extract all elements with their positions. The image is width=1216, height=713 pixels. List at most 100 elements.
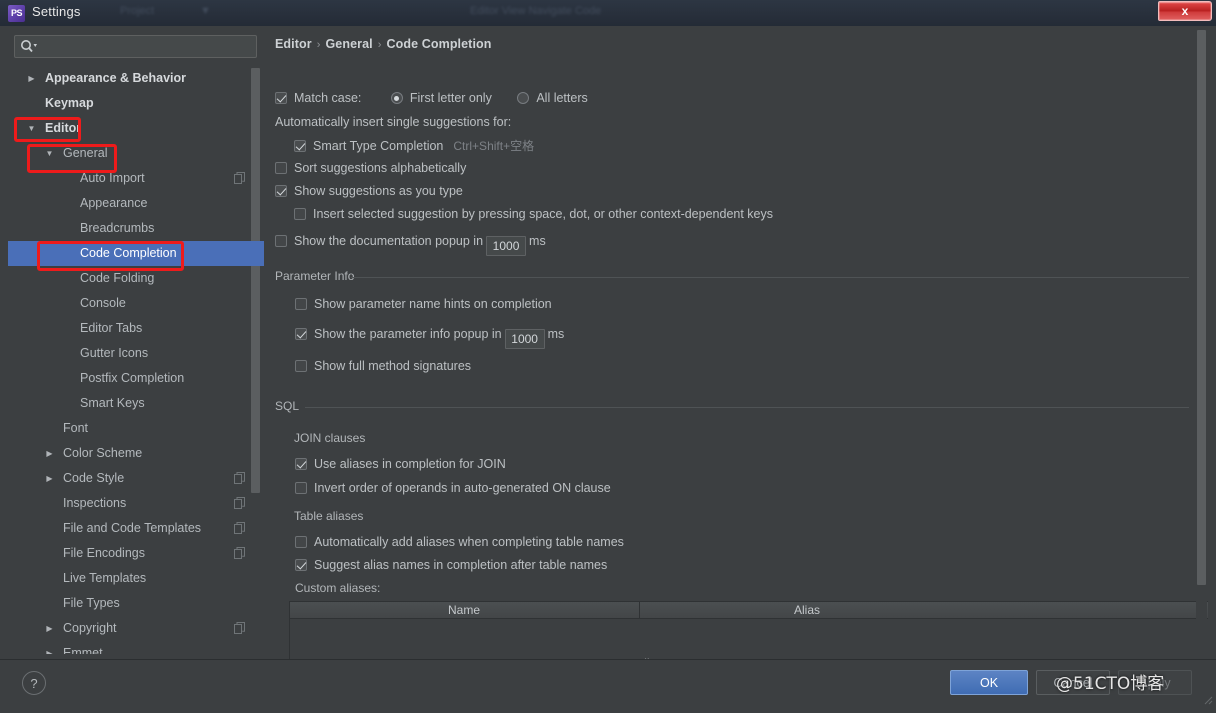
first-letter-only-radio[interactable] <box>390 92 403 104</box>
invert-order-row: Invert order of operands in auto-generat… <box>295 481 611 495</box>
join-clauses-label: JOIN clauses <box>294 431 366 445</box>
sidebar-item-code-style[interactable]: ▶ Code Style <box>8 466 264 491</box>
sidebar-item-console[interactable]: Console <box>8 291 264 316</box>
sidebar-item-label: Gutter Icons <box>80 346 149 360</box>
chevron-right-icon[interactable]: ▶ <box>44 441 55 466</box>
match-case-label: Match case: <box>294 91 362 105</box>
parameter-info-divider <box>351 277 1189 278</box>
use-aliases-join-checkbox[interactable] <box>295 458 307 470</box>
sidebar-item-emmet[interactable]: ▶ Emmet <box>8 641 264 654</box>
param-info-popup-checkbox[interactable] <box>295 328 307 340</box>
match-case-checkbox[interactable] <box>275 92 287 104</box>
breadcrumb-part-editor[interactable]: Editor <box>275 37 312 51</box>
copy-settings-icon[interactable] <box>234 622 245 634</box>
help-icon[interactable]: ? <box>22 671 46 695</box>
sidebar-item-label: Auto Import <box>80 171 145 185</box>
sidebar-item-appearance-behavior[interactable]: ▶ Appearance & Behavior <box>8 66 264 91</box>
sidebar-item-breadcrumbs[interactable]: Breadcrumbs <box>8 216 264 241</box>
column-header-alias[interactable]: Alias <box>639 602 974 619</box>
sql-divider <box>305 407 1189 408</box>
param-info-popup-delay-input[interactable]: 1000 <box>504 329 545 349</box>
full-method-sigs-checkbox[interactable] <box>295 360 307 372</box>
sql-group-header: SQL <box>275 399 1199 415</box>
chevron-right-icon[interactable]: ▶ <box>44 616 55 641</box>
invert-order-label: Invert order of operands in auto-generat… <box>314 481 611 495</box>
suggest-alias-names-checkbox[interactable] <box>295 559 307 571</box>
invert-order-checkbox[interactable] <box>295 482 307 494</box>
content-scrollbar-thumb[interactable] <box>1197 30 1206 585</box>
param-name-hints-checkbox[interactable] <box>295 298 307 310</box>
sidebar-item-label: Appearance <box>80 196 148 210</box>
sidebar-item-code-completion[interactable]: Code Completion <box>8 241 264 266</box>
sidebar-item-file-types[interactable]: File Types <box>8 591 264 616</box>
sidebar-item-font[interactable]: Font <box>8 416 264 441</box>
breadcrumb-part-general[interactable]: General <box>325 37 372 51</box>
copy-settings-icon[interactable] <box>234 522 245 534</box>
copy-settings-icon[interactable] <box>234 497 245 509</box>
sidebar-item-file-encodings[interactable]: File Encodings <box>8 541 264 566</box>
insert-selected-label: Insert selected suggestion by pressing s… <box>313 207 773 221</box>
watermark-text: @51CTO博客 <box>1056 674 1165 694</box>
parameter-info-group-header: Parameter Info <box>275 269 1199 285</box>
chevron-right-icon[interactable]: ▶ <box>44 641 55 654</box>
copy-settings-icon[interactable] <box>234 472 245 484</box>
sidebar-item-label: Inspections <box>63 496 127 510</box>
sidebar-item-file-and-code-templates[interactable]: File and Code Templates <box>8 516 264 541</box>
smart-type-completion-shortcut: Ctrl+Shift+空格 <box>453 139 535 153</box>
breadcrumb-separator-1: › <box>316 39 321 51</box>
all-letters-radio[interactable] <box>517 92 530 104</box>
sort-alphabetically-checkbox[interactable] <box>275 162 287 174</box>
sidebar-item-smart-keys[interactable]: Smart Keys <box>8 391 264 416</box>
show-suggestions-checkbox[interactable] <box>275 185 287 197</box>
settings-content-pane: Editor › General › Code Completion Match cas… <box>266 26 1208 659</box>
insert-selected-checkbox[interactable] <box>294 208 306 220</box>
doc-popup-delay-input[interactable]: 1000 <box>486 236 527 256</box>
match-case-row: Match case: First letter only All letter… <box>275 91 588 105</box>
sidebar-item-editor[interactable]: ▼ Editor <box>8 116 264 141</box>
sidebar-item-editor-tabs[interactable]: Editor Tabs <box>8 316 264 341</box>
copy-settings-icon[interactable] <box>234 172 245 184</box>
breadcrumb-part-code-completion: Code Completion <box>386 37 492 51</box>
alias-table-body[interactable]: No custom aliases Add alias <box>289 619 1208 659</box>
sidebar-item-live-templates[interactable]: Live Templates <box>8 566 264 591</box>
sidebar-item-general[interactable]: ▼ General <box>8 141 264 166</box>
sidebar-item-appearance[interactable]: Appearance <box>8 191 264 216</box>
all-letters-label: All letters <box>536 91 588 105</box>
sidebar-item-copyright[interactable]: ▶ Copyright <box>8 616 264 641</box>
copy-settings-icon[interactable] <box>234 547 245 559</box>
sidebar-item-postfix-completion[interactable]: Postfix Completion <box>8 366 264 391</box>
search-box[interactable] <box>14 35 257 59</box>
first-letter-only-option[interactable]: First letter only <box>390 91 492 105</box>
sidebar-item-inspections[interactable]: Inspections <box>8 491 264 516</box>
search-input[interactable] <box>41 36 257 59</box>
doc-popup-checkbox[interactable] <box>275 235 287 247</box>
sort-alphabetically-row: Sort suggestions alphabetically <box>275 161 466 175</box>
smart-type-completion-checkbox[interactable] <box>294 140 306 152</box>
column-header-name[interactable]: Name <box>290 602 638 619</box>
sql-group-label: SQL <box>275 399 307 413</box>
sidebar-item-gutter-icons[interactable]: Gutter Icons <box>8 341 264 366</box>
sort-alphabetically-label: Sort suggestions alphabetically <box>294 161 467 175</box>
sidebar-item-label: File Encodings <box>63 546 145 560</box>
chevron-down-icon[interactable]: ▼ <box>26 116 37 141</box>
chevron-down-icon[interactable]: ▼ <box>44 141 55 166</box>
sidebar-item-color-scheme[interactable]: ▶ Color Scheme <box>8 441 264 466</box>
ok-button[interactable]: OK <box>950 670 1028 695</box>
sidebar-item-keymap[interactable]: Keymap <box>8 91 264 116</box>
chevron-right-icon[interactable]: ▶ <box>26 66 37 91</box>
close-icon[interactable]: x <box>1158 1 1212 21</box>
all-letters-option[interactable]: All letters <box>517 91 588 105</box>
auto-add-aliases-checkbox[interactable] <box>295 536 307 548</box>
resize-grip-icon[interactable] <box>1201 693 1213 705</box>
sidebar-item-label: File and Code Templates <box>63 521 202 535</box>
sidebar-item-code-folding[interactable]: Code Folding <box>8 266 264 291</box>
sidebar-item-auto-import[interactable]: Auto Import <box>8 166 264 191</box>
chevron-right-icon[interactable]: ▶ <box>44 466 55 491</box>
